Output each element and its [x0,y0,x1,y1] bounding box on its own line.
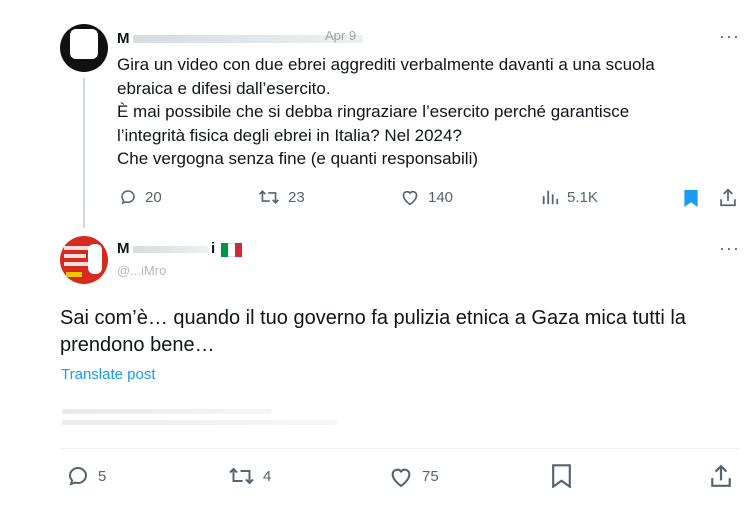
reply-count: 20 [145,188,162,206]
reply-text-line: prendono bene… [60,334,215,356]
reply-count: 5 [98,467,107,485]
views-button[interactable]: 5.1K [541,188,598,206]
like-count: 140 [428,188,454,206]
reply-text: Sai com’è… quando il tuo governo fa puli… [60,305,740,359]
author-name[interactable]: M [117,240,130,257]
repost-button[interactable]: 23 [258,188,305,206]
flag-italy-icon [221,243,242,257]
repost-button[interactable]: 4 [228,465,271,487]
tweet-text-line: Gira un video con due ebrei aggrediti ve… [117,55,655,74]
share-icon [719,188,737,211]
tweet-reply[interactable]: M i @...iMro ··· Sai com’è… quando il tu… [0,225,755,511]
reply-icon [66,464,90,488]
repost-count: 23 [288,188,305,206]
reply-icon [119,188,137,206]
share-button[interactable] [710,464,732,493]
reply-text-line: Sai com’è… quando il tuo governo fa puli… [60,307,686,329]
avatar[interactable] [60,24,108,72]
bookmark-icon [552,464,571,492]
translate-post-link[interactable]: Translate post [61,366,156,383]
like-button[interactable]: 75 [388,465,439,488]
more-options-button[interactable]: ··· [719,238,740,259]
like-count: 75 [422,468,439,485]
author-name[interactable]: M [117,30,130,47]
repost-count: 4 [263,467,272,485]
bookmark-button[interactable] [552,464,571,493]
tweet-text: Gira un video con due ebrei aggrediti ve… [117,53,737,171]
tweet-text-line: Che vergogna senza fine (e quanti respon… [117,149,479,168]
redacted-name [133,246,208,253]
tweet-text-line: È mai possibile che si debba ringraziare… [117,102,630,121]
repost-icon [228,465,255,487]
share-button[interactable] [719,188,737,212]
divider [60,448,740,449]
bookmark-button[interactable] [683,189,699,213]
bookmark-icon [683,189,699,212]
author-handle[interactable]: @...iMro [117,263,166,278]
like-button[interactable]: 140 [400,188,453,206]
tweet-text-line: l’integrità fisica degli ebrei in Italia… [117,125,462,145]
tweet-text-line: ebraica e difesi dall’esercito. [117,78,331,98]
tweet-original[interactable]: M Apr 9 ··· Gira un video con due ebrei … [0,0,755,228]
thread-line [83,78,85,228]
more-options-button[interactable]: ··· [719,26,740,47]
views-icon [541,188,559,206]
views-count: 5.1K [567,188,598,206]
author-name-tail: i [211,240,216,257]
like-icon [388,465,414,488]
post-date: Apr 9 [325,28,357,43]
reply-button[interactable]: 20 [119,188,162,206]
repost-icon [258,188,280,206]
like-icon [400,188,420,206]
redacted-metadata [62,407,342,429]
share-icon [710,464,732,492]
reply-button[interactable]: 5 [66,464,106,488]
avatar[interactable] [60,236,108,284]
